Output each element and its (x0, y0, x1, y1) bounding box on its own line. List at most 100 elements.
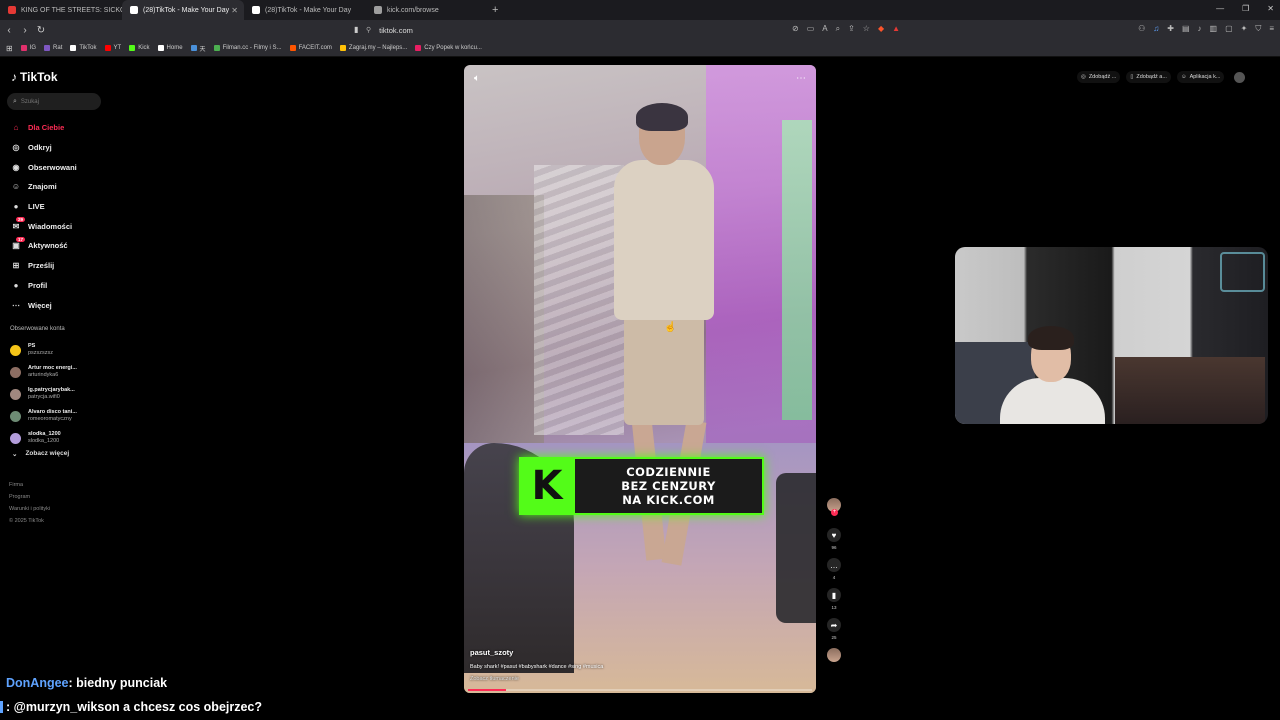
activity-icon: ▣ 17 (12, 236, 26, 251)
audio-icon[interactable]: ♫ (1153, 24, 1159, 34)
sidebar-item-obserwowani[interactable]: ◉ Obserwowani (10, 157, 110, 177)
apps-icon[interactable]: ⊞ (6, 44, 13, 53)
forward-icon[interactable]: › (18, 25, 32, 36)
bookmark-item[interactable]: Home (157, 45, 183, 51)
account-name: Artur moc energi... (28, 365, 77, 371)
kick-logo-icon: K (519, 457, 575, 515)
bookmark-item[interactable]: Filman.cc - Filmy i S... (213, 45, 282, 51)
sidebar-item-odkryj[interactable]: ◎ Odkryj (10, 138, 110, 158)
star-icon[interactable]: ☆ (863, 24, 870, 34)
volume-icon[interactable]: 🔈︎ (474, 73, 480, 84)
close-tab-icon[interactable]: ✕ (231, 6, 238, 15)
window-icon[interactable]: ▢ (1225, 24, 1233, 34)
brave-shield-icon[interactable]: ◆ (878, 24, 884, 34)
bookmark-item[interactable]: Kick (129, 45, 150, 51)
creator-avatar-button[interactable]: + (822, 498, 846, 523)
footer-link-company[interactable]: Firma (9, 479, 50, 491)
tab-favicon-icon (130, 6, 138, 14)
sound-avatar-button[interactable] (822, 648, 846, 662)
video-scene-door (782, 120, 812, 420)
reload-icon[interactable]: ↻ (34, 25, 48, 36)
sidebar-item-label: LIVE (28, 202, 45, 212)
more-options-icon[interactable]: ⋯ (796, 73, 806, 84)
bookmark-item[interactable]: Czy Popek w końcu... (415, 45, 482, 51)
video-progress-bar[interactable] (468, 689, 812, 691)
share-icon[interactable]: ⇪ (848, 24, 855, 34)
sidebar-item-znajomi[interactable]: ☺ Znajomi (10, 177, 110, 197)
sidebar-item-profil[interactable]: ● Profil (10, 276, 110, 296)
site-info-icon[interactable]: ⚲ (366, 26, 371, 34)
wallet-icon[interactable]: ▤ (1182, 24, 1190, 34)
get-app-button[interactable]: ▯ Zdobądź a... (1126, 71, 1171, 83)
bookmark-item[interactable]: Zagraj.my – Najleps... (339, 45, 407, 51)
rewards-icon[interactable]: ▲ (892, 24, 900, 34)
video-player[interactable]: K CODZIENNIE BEZ CENZURY NA KICK.COM 🔈︎ … (464, 65, 816, 693)
followed-account[interactable]: PS pszszszsz (10, 339, 110, 361)
sidebar-item-wi-cej[interactable]: ⋯ Więcej (10, 295, 110, 315)
desktop-app-button[interactable]: ☺ Aplikacja k... (1176, 71, 1225, 83)
like-button[interactable]: ♥ 96 (822, 528, 846, 553)
bookmark-item[interactable]: YT (104, 45, 121, 51)
video-author[interactable]: pasut_szoty (470, 648, 513, 657)
browser-tab[interactable]: (28)TikTok - Make Your Day ✕ (122, 0, 244, 20)
close-window-icon[interactable]: ✕ (1267, 4, 1274, 13)
sidebar-item-dla-ciebie[interactable]: ⌂ Dla Ciebie (10, 118, 110, 138)
follow-plus-icon[interactable]: + (831, 509, 838, 516)
install-icon[interactable]: ▭ (807, 24, 815, 34)
followed-account[interactable]: slodka_1200 slodka_1200 (10, 427, 110, 449)
see-more-label: Zobacz więcej (25, 450, 70, 457)
search-input[interactable]: ⌕ Szukaj (7, 93, 101, 110)
menu-icon[interactable]: ≡ (1269, 24, 1274, 34)
bookmark-item[interactable]: IG (20, 45, 36, 51)
sidebar-item-wiadomo-ci[interactable]: ✉ 29 Wiadomości (10, 216, 110, 236)
minimize-icon[interactable]: — (1216, 4, 1224, 13)
new-tab-icon[interactable]: + (492, 4, 498, 16)
sidebar-item-prze-lij[interactable]: ⊞ Prześlij (10, 256, 110, 276)
see-more-button[interactable]: ⌄ Zobacz więcej (12, 450, 69, 458)
see-translation-link[interactable]: Zobacz tłumaczenie (470, 676, 519, 682)
sidebar-item-live[interactable]: ● LIVE (10, 197, 110, 217)
leo-icon[interactable]: ✦ (1241, 24, 1248, 34)
save-button[interactable]: ▮ 13 (822, 588, 846, 613)
followed-account[interactable]: Artur moc energi... arturindyka6 (10, 361, 110, 383)
get-coins-button[interactable]: ◎ Zdobądź ... (1077, 71, 1121, 83)
footer-link-terms[interactable]: Warunki i polityki (9, 503, 50, 515)
account-handle: romeoromatyczny (28, 416, 72, 422)
zoom-icon[interactable]: ⌕ (836, 24, 840, 34)
bookmark-item[interactable]: 天 (190, 44, 206, 53)
browser-tab[interactable]: kick.com/browse (366, 0, 488, 20)
browser-tab[interactable]: (28)TikTok - Make Your Day (244, 0, 366, 20)
bookmark-item[interactable]: TikTok (70, 45, 97, 51)
account-handle: slodka_1200 (28, 438, 60, 444)
tiktok-note-icon: ♪ (11, 70, 17, 84)
bookmark-icon[interactable]: ▮ (354, 25, 358, 34)
puzzle-icon[interactable]: ✚ (1167, 24, 1174, 34)
footer-link-program[interactable]: Program (9, 491, 50, 503)
bookmark-item[interactable]: FACEIT.com (289, 45, 332, 51)
bookmarks-bar: ⊞ IG Rat TikTok YT Kick Home 天 Filman.cc - Film… (0, 40, 1280, 57)
followed-account[interactable]: Alvaro disco tani... romeoromatyczny (10, 405, 110, 427)
no-tracking-icon[interactable]: ⊘ (792, 24, 799, 34)
webcam-streamer (995, 322, 1105, 424)
share-button[interactable]: ➦ 25 (822, 618, 846, 643)
sidebar-icon[interactable]: ▥ (1210, 24, 1218, 34)
desktop-app-label: Aplikacja k... (1189, 74, 1221, 80)
bookmark-favicon-icon (415, 45, 422, 51)
music-icon[interactable]: ♪ (1198, 24, 1202, 34)
bookmark-label: FACEIT.com (298, 45, 332, 51)
bookmark-label: Filman.cc - Filmy i S... (222, 45, 282, 51)
bookmark-favicon-icon (157, 45, 164, 51)
extension-icon[interactable]: ⚇ (1138, 24, 1145, 34)
comment-button[interactable]: … 4 (822, 558, 846, 583)
translate-icon[interactable]: A (822, 24, 827, 34)
followed-account[interactable]: lg.patrycjarybak... patrycja.wifi0 (10, 383, 110, 405)
bookmark-item[interactable]: Rat (44, 45, 62, 51)
bookmark-favicon-icon (70, 45, 77, 51)
vpn-icon[interactable]: ⛉ (1255, 24, 1261, 34)
browser-tab[interactable]: KING OF THE STREETS: SICKO MODE (0, 0, 122, 20)
avatar[interactable] (1234, 71, 1246, 83)
sidebar-item-aktywno-[interactable]: ▣ 17 Aktywność (10, 236, 110, 256)
tiktok-logo[interactable]: ♪ TikTok (11, 70, 58, 84)
restore-icon[interactable]: ❐ (1242, 4, 1249, 13)
back-icon[interactable]: ‹ (2, 25, 16, 36)
